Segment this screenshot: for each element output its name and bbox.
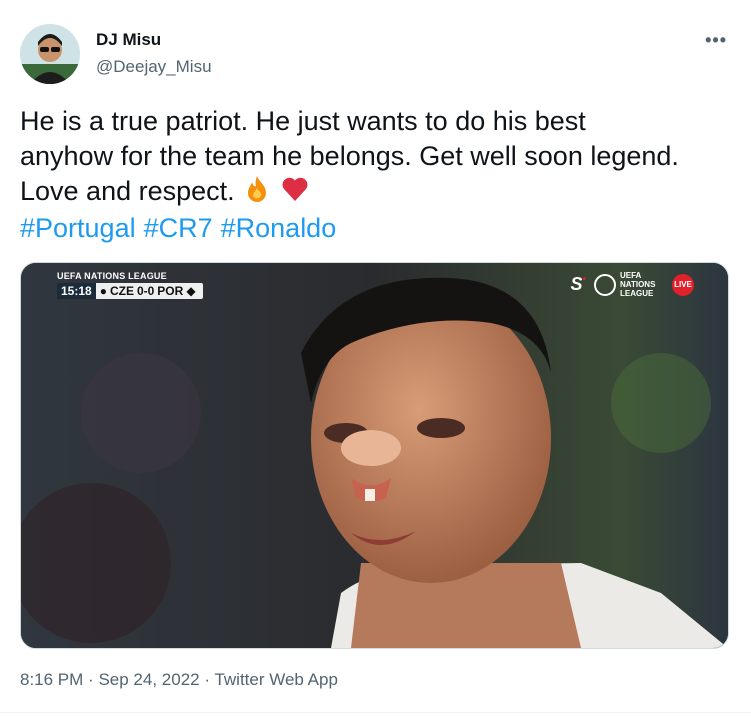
- author-handle[interactable]: @Deejay_Misu: [96, 57, 212, 77]
- scoreboard: 15:18 ● CZE 0-0 POR ◆: [57, 283, 203, 299]
- away-flag-icon: ◆: [186, 284, 196, 298]
- tweet-time[interactable]: 8:16 PM: [20, 670, 83, 689]
- fire-icon: [242, 174, 272, 213]
- competition-label: UEFA NATIONS LEAGUE: [57, 271, 167, 281]
- home-team: CZE: [109, 284, 134, 298]
- tweet-timestamp: 8:16 PM · Sep 24, 2022 · Twitter Web App: [20, 670, 338, 690]
- score-overlay: UEFA NATIONS LEAGUE 15:18 ● CZE 0-0 POR …: [57, 271, 203, 299]
- separator: ·: [88, 670, 94, 689]
- tweet-source-link[interactable]: Twitter Web App: [214, 670, 337, 689]
- tweet-media-image[interactable]: UEFA NATIONS LEAGUE 15:18 ● CZE 0-0 POR …: [20, 262, 729, 649]
- avatar[interactable]: [20, 24, 80, 84]
- tweet-text-line: He is a true patriot. He just wants to d…: [20, 106, 586, 136]
- hashtag-list: #Portugal #CR7 #Ronaldo: [20, 211, 344, 246]
- uefa-logo-icon: [594, 273, 616, 296]
- tweet-text: He is a true patriot. He just wants to d…: [20, 104, 735, 213]
- more-options-icon[interactable]: •••: [705, 30, 727, 51]
- divider: [0, 712, 751, 713]
- tweet-text-line: Love and respect.: [20, 174, 735, 213]
- hashtag-link[interactable]: #Portugal: [20, 213, 136, 243]
- hashtag-link[interactable]: #CR7: [144, 213, 213, 243]
- live-badge: LIVE: [672, 273, 694, 296]
- broadcast-branding: S• UEFA NATIONS LEAGUE LIVE: [570, 271, 694, 298]
- hashtag-link[interactable]: #Ronaldo: [221, 213, 337, 243]
- tweet-date[interactable]: Sep 24, 2022: [98, 670, 199, 689]
- match-clock: 15:18: [57, 283, 96, 299]
- uefa-nations-league-logo: UEFA NATIONS LEAGUE: [594, 271, 664, 298]
- away-team: POR: [157, 284, 184, 298]
- home-flag-icon: ●: [99, 284, 107, 298]
- author-name[interactable]: DJ Misu: [96, 30, 161, 50]
- tweet-text-line: anyhow for the team he belongs. Get well…: [20, 141, 679, 171]
- separator: ·: [204, 670, 211, 689]
- avatar-image: [20, 24, 80, 84]
- match-photo: [21, 263, 728, 648]
- uefa-logo-text: UEFA NATIONS LEAGUE: [620, 271, 656, 298]
- red-heart-icon: [280, 174, 310, 213]
- match-score: 0-0: [136, 284, 155, 298]
- tweet-text-segment: Love and respect.: [20, 176, 235, 206]
- channel-logo: S•: [570, 274, 586, 294]
